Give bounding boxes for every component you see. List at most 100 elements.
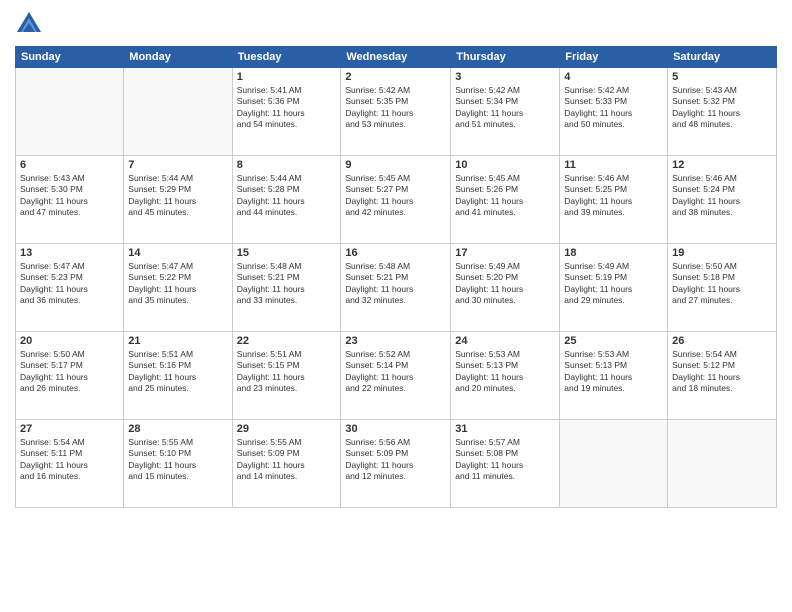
calendar-cell: 2 Sunrise: 5:42 AMSunset: 5:35 PMDaylight… [341, 68, 451, 156]
day-number: 4 [564, 71, 663, 83]
day-number: 18 [564, 247, 663, 259]
calendar-cell: 8 Sunrise: 5:44 AMSunset: 5:28 PMDaylight… [232, 156, 341, 244]
calendar-week-row: 27Sunrise: 5:54 AMSunset: 5:11 PMDayligh… [16, 420, 777, 508]
header [15, 10, 777, 38]
day-info: Sunrise: 5:44 AMSunset: 5:29 PMDaylight:… [128, 173, 227, 219]
weekday-header: Wednesday [341, 47, 451, 68]
calendar-cell: 28Sunrise: 5:55 AMSunset: 5:10 PMDayligh… [124, 420, 232, 508]
weekday-header: Saturday [668, 47, 777, 68]
day-number: 11 [564, 159, 663, 171]
day-info: Sunrise: 5:50 AMSunset: 5:18 PMDaylight:… [672, 261, 772, 307]
day-number: 22 [237, 335, 337, 347]
calendar-table: SundayMondayTuesdayWednesdayThursdayFrid… [15, 46, 777, 508]
day-info: Sunrise: 5:48 AMSunset: 5:21 PMDaylight:… [345, 261, 446, 307]
day-number: 5 [672, 71, 772, 83]
calendar-cell: 22 Sunrise: 5:51 AMSunset: 5:15 PMDayligh… [232, 332, 341, 420]
calendar-cell: 15Sunrise: 5:48 AMSunset: 5:21 PMDayligh… [232, 244, 341, 332]
day-info: Sunrise: 5:44 AMSunset: 5:28 PMDaylight:… [237, 173, 337, 219]
day-info: Sunrise: 5:53 AMSunset: 5:13 PMDaylight:… [455, 349, 555, 395]
day-number: 3 [455, 71, 555, 83]
day-info: Sunrise: 5:53 AMSunset: 5:13 PMDaylight:… [564, 349, 663, 395]
day-info: Sunrise: 5:42 AMSunset: 5:34 PMDaylight:… [455, 85, 555, 131]
day-number: 9 [345, 159, 446, 171]
calendar-cell: 29Sunrise: 5:55 AMSunset: 5:09 PMDayligh… [232, 420, 341, 508]
day-info: Sunrise: 5:51 AMSunset: 5:16 PMDaylight:… [128, 349, 227, 395]
day-number: 24 [455, 335, 555, 347]
weekday-header: Sunday [16, 47, 124, 68]
day-info: Sunrise: 5:49 AMSunset: 5:20 PMDaylight:… [455, 261, 555, 307]
calendar-week-row: 13Sunrise: 5:47 AMSunset: 5:23 PMDayligh… [16, 244, 777, 332]
day-number: 6 [20, 159, 119, 171]
calendar-cell: 20Sunrise: 5:50 AMSunset: 5:17 PMDayligh… [16, 332, 124, 420]
weekday-header: Thursday [451, 47, 560, 68]
day-info: Sunrise: 5:43 AMSunset: 5:30 PMDaylight:… [20, 173, 119, 219]
calendar-cell: 3 Sunrise: 5:42 AMSunset: 5:34 PMDaylight… [451, 68, 560, 156]
day-number: 2 [345, 71, 446, 83]
logo [15, 10, 47, 38]
calendar-week-row: 1 Sunrise: 5:41 AMSunset: 5:36 PMDaylight… [16, 68, 777, 156]
calendar-cell: 17 Sunrise: 5:49 AMSunset: 5:20 PMDayligh… [451, 244, 560, 332]
calendar-cell: 19 Sunrise: 5:50 AMSunset: 5:18 PMDayligh… [668, 244, 777, 332]
calendar-cell: 5 Sunrise: 5:43 AMSunset: 5:32 PMDaylight… [668, 68, 777, 156]
day-info: Sunrise: 5:43 AMSunset: 5:32 PMDaylight:… [672, 85, 772, 131]
calendar-cell: 14 Sunrise: 5:47 AMSunset: 5:22 PMDayligh… [124, 244, 232, 332]
day-info: Sunrise: 5:41 AMSunset: 5:36 PMDaylight:… [237, 85, 337, 131]
day-number: 10 [455, 159, 555, 171]
day-number: 19 [672, 247, 772, 259]
page: SundayMondayTuesdayWednesdayThursdayFrid… [0, 0, 792, 612]
calendar-cell: 7 Sunrise: 5:44 AMSunset: 5:29 PMDaylight… [124, 156, 232, 244]
day-info: Sunrise: 5:55 AMSunset: 5:09 PMDaylight:… [237, 437, 337, 483]
day-number: 21 [128, 335, 227, 347]
day-number: 7 [128, 159, 227, 171]
calendar-cell: 30 Sunrise: 5:56 AMSunset: 5:09 PMDayligh… [341, 420, 451, 508]
day-number: 1 [237, 71, 337, 83]
day-info: Sunrise: 5:54 AMSunset: 5:12 PMDaylight:… [672, 349, 772, 395]
day-number: 16 [345, 247, 446, 259]
day-number: 30 [345, 423, 446, 435]
day-info: Sunrise: 5:56 AMSunset: 5:09 PMDaylight:… [345, 437, 446, 483]
calendar-cell: 31Sunrise: 5:57 AMSunset: 5:08 PMDayligh… [451, 420, 560, 508]
calendar-week-row: 20Sunrise: 5:50 AMSunset: 5:17 PMDayligh… [16, 332, 777, 420]
day-info: Sunrise: 5:47 AMSunset: 5:22 PMDaylight:… [128, 261, 227, 307]
calendar-cell: 6 Sunrise: 5:43 AMSunset: 5:30 PMDaylight… [16, 156, 124, 244]
calendar-cell [16, 68, 124, 156]
day-info: Sunrise: 5:51 AMSunset: 5:15 PMDaylight:… [237, 349, 337, 395]
day-info: Sunrise: 5:48 AMSunset: 5:21 PMDaylight:… [237, 261, 337, 307]
day-number: 17 [455, 247, 555, 259]
calendar-cell: 18 Sunrise: 5:49 AMSunset: 5:19 PMDayligh… [560, 244, 668, 332]
weekday-header: Tuesday [232, 47, 341, 68]
calendar-cell: 24 Sunrise: 5:53 AMSunset: 5:13 PMDayligh… [451, 332, 560, 420]
weekday-header: Monday [124, 47, 232, 68]
day-info: Sunrise: 5:42 AMSunset: 5:33 PMDaylight:… [564, 85, 663, 131]
day-info: Sunrise: 5:46 AMSunset: 5:24 PMDaylight:… [672, 173, 772, 219]
calendar-cell: 27Sunrise: 5:54 AMSunset: 5:11 PMDayligh… [16, 420, 124, 508]
day-number: 13 [20, 247, 119, 259]
calendar-cell: 12 Sunrise: 5:46 AMSunset: 5:24 PMDayligh… [668, 156, 777, 244]
calendar-cell: 9 Sunrise: 5:45 AMSunset: 5:27 PMDaylight… [341, 156, 451, 244]
day-number: 8 [237, 159, 337, 171]
calendar-cell: 10 Sunrise: 5:45 AMSunset: 5:26 PMDayligh… [451, 156, 560, 244]
day-number: 26 [672, 335, 772, 347]
day-info: Sunrise: 5:42 AMSunset: 5:35 PMDaylight:… [345, 85, 446, 131]
day-number: 14 [128, 247, 227, 259]
calendar-cell [560, 420, 668, 508]
calendar-cell: 26 Sunrise: 5:54 AMSunset: 5:12 PMDayligh… [668, 332, 777, 420]
calendar-cell: 16 Sunrise: 5:48 AMSunset: 5:21 PMDayligh… [341, 244, 451, 332]
calendar-cell [124, 68, 232, 156]
day-number: 31 [455, 423, 555, 435]
calendar-cell: 25Sunrise: 5:53 AMSunset: 5:13 PMDayligh… [560, 332, 668, 420]
calendar-cell [668, 420, 777, 508]
day-info: Sunrise: 5:45 AMSunset: 5:26 PMDaylight:… [455, 173, 555, 219]
calendar-cell: 1 Sunrise: 5:41 AMSunset: 5:36 PMDaylight… [232, 68, 341, 156]
day-info: Sunrise: 5:52 AMSunset: 5:14 PMDaylight:… [345, 349, 446, 395]
weekday-header: Friday [560, 47, 668, 68]
day-info: Sunrise: 5:45 AMSunset: 5:27 PMDaylight:… [345, 173, 446, 219]
day-info: Sunrise: 5:55 AMSunset: 5:10 PMDaylight:… [128, 437, 227, 483]
calendar-cell: 11Sunrise: 5:46 AMSunset: 5:25 PMDayligh… [560, 156, 668, 244]
calendar-cell: 13Sunrise: 5:47 AMSunset: 5:23 PMDayligh… [16, 244, 124, 332]
day-info: Sunrise: 5:49 AMSunset: 5:19 PMDaylight:… [564, 261, 663, 307]
calendar-week-row: 6 Sunrise: 5:43 AMSunset: 5:30 PMDaylight… [16, 156, 777, 244]
calendar-header-row: SundayMondayTuesdayWednesdayThursdayFrid… [16, 47, 777, 68]
day-number: 12 [672, 159, 772, 171]
day-info: Sunrise: 5:50 AMSunset: 5:17 PMDaylight:… [20, 349, 119, 395]
